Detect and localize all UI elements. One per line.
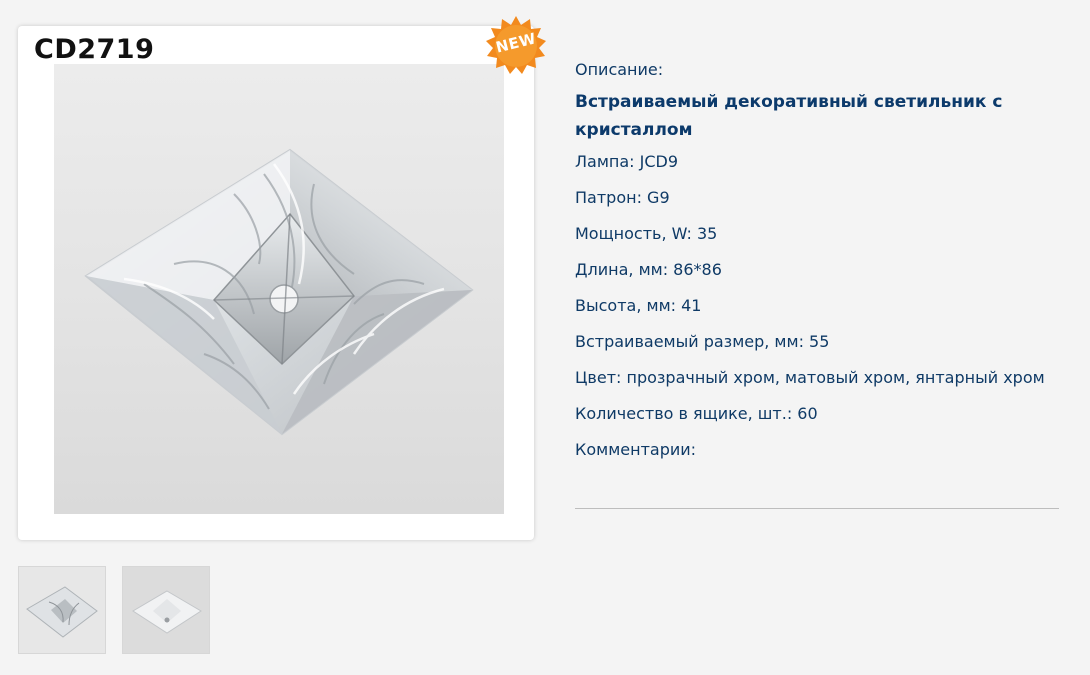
product-main-photo[interactable] — [54, 64, 504, 514]
product-image-card: CD2719 — [18, 26, 534, 540]
product-description: Описание: Встраиваемый декоративный свет… — [575, 58, 1065, 474]
spec-lamp: Лампа: JCD9 — [575, 152, 679, 171]
new-badge: NEW — [484, 14, 548, 78]
thumbnail-clear-crystal[interactable] — [18, 566, 106, 654]
spec-height: Высота, мм: 41 — [575, 296, 702, 315]
description-divider — [575, 508, 1059, 509]
spec-length: Длина, мм: 86*86 — [575, 260, 722, 279]
spec-comments: Комментарии: — [575, 440, 697, 459]
product-title: Встраиваемый декоративный светильник с к… — [575, 92, 1003, 140]
spec-socket: Патрон: G9 — [575, 188, 670, 207]
crystal-lamp-image — [84, 148, 474, 436]
description-caption: Описание: — [575, 60, 664, 79]
product-sku: CD2719 — [34, 34, 155, 65]
spec-box-quantity: Количество в ящике, шт.: 60 — [575, 404, 818, 423]
spec-color: Цвет: прозрачный хром, матовый хром, янт… — [575, 368, 1045, 387]
thumbnail-image — [123, 567, 209, 653]
spec-cutout-size: Встраиваемый размер, мм: 55 — [575, 332, 830, 351]
thumbnail-image — [19, 567, 105, 653]
spec-power: Мощность, W: 35 — [575, 224, 718, 243]
product-page: CD2719 NEW Описание: Встраиваемый декора… — [0, 0, 1090, 675]
thumbnail-matte-crystal[interactable] — [122, 566, 210, 654]
